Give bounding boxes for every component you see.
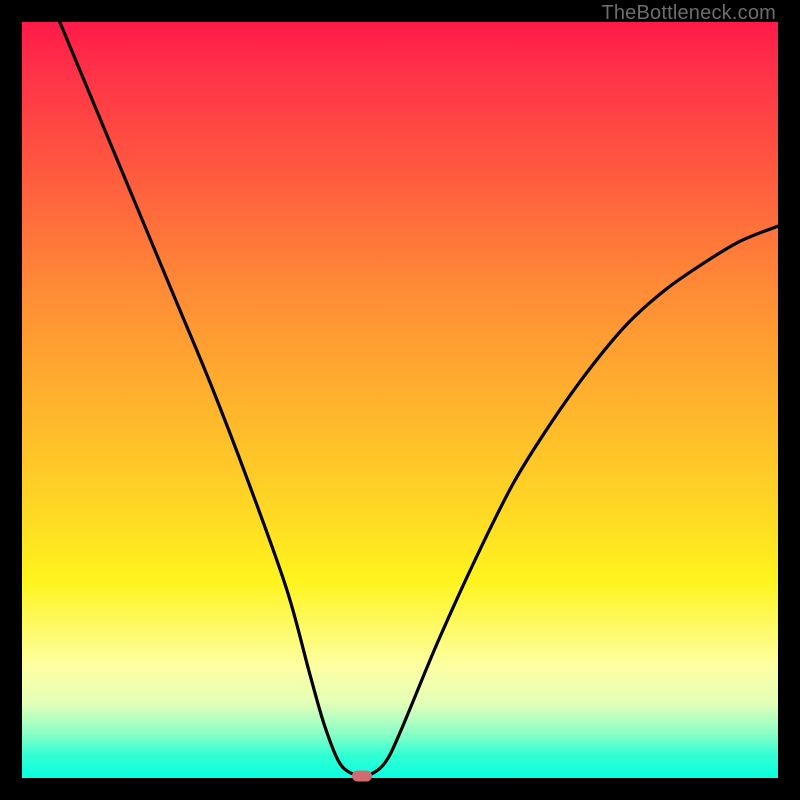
bottleneck-curve (22, 22, 778, 778)
chart-frame (22, 22, 778, 778)
optimal-point-marker (352, 771, 372, 782)
